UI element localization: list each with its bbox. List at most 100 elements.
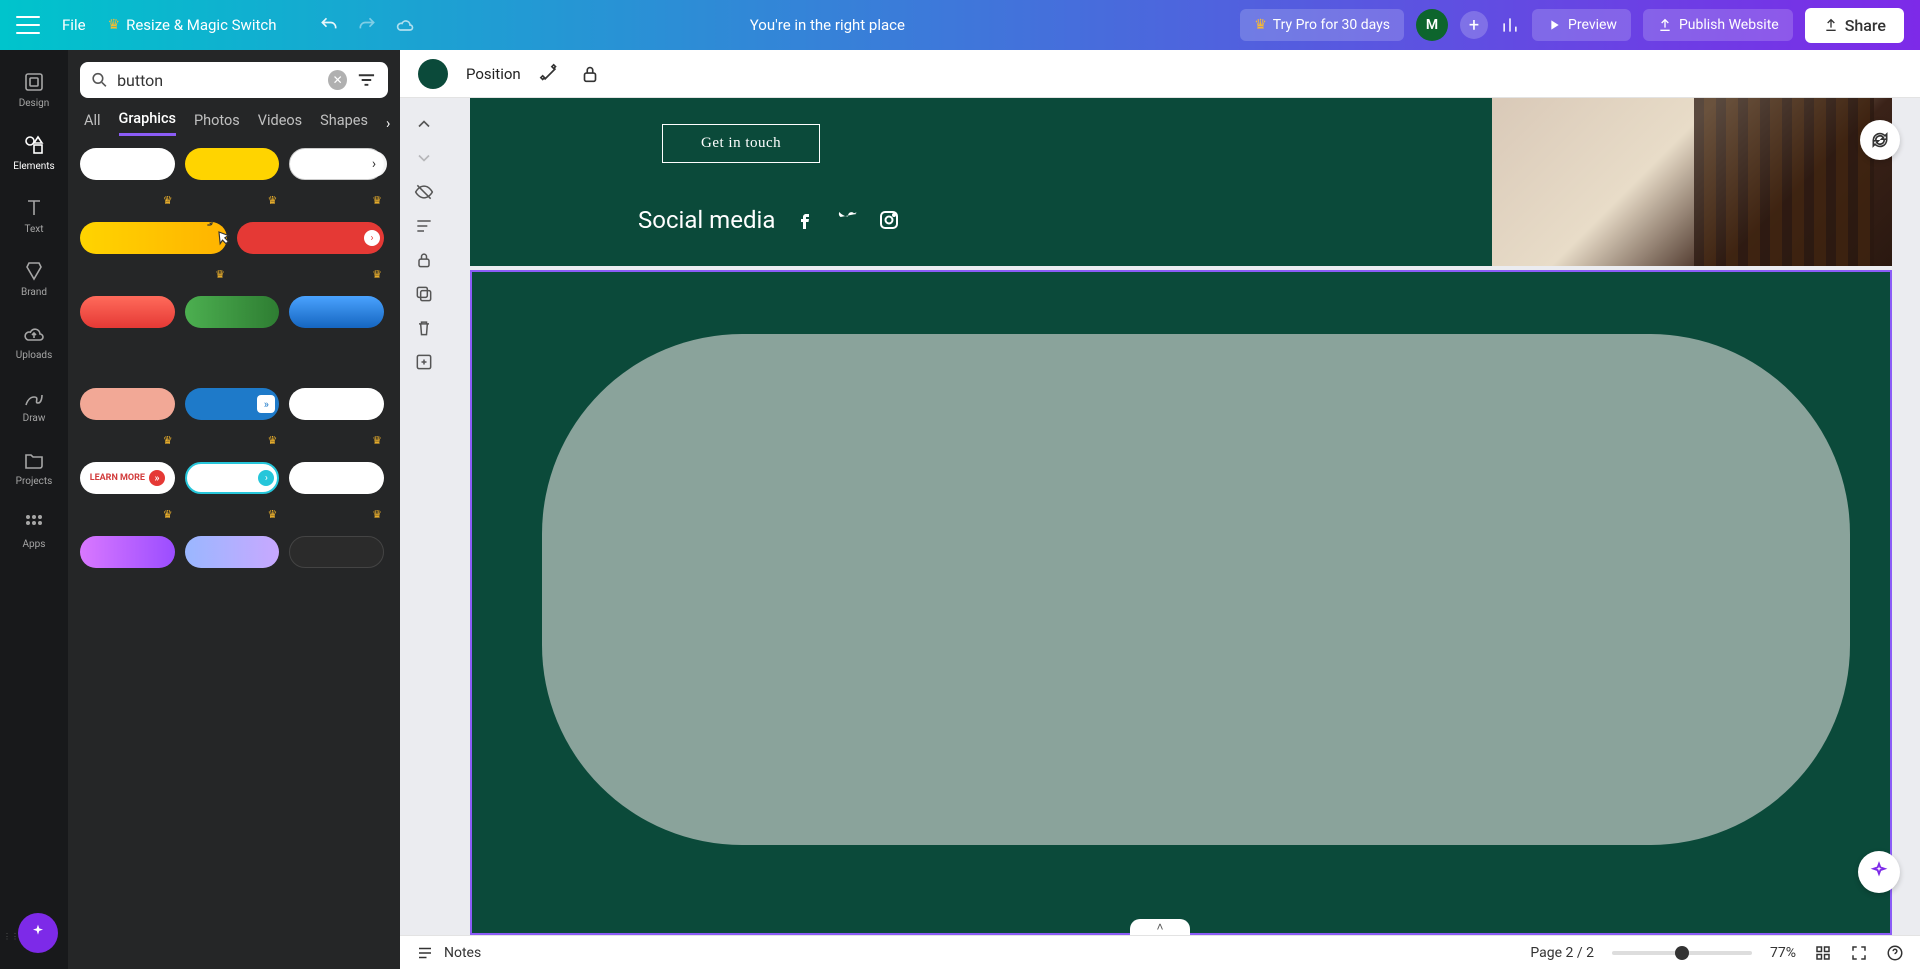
- grid-view-icon[interactable]: [1814, 944, 1832, 962]
- zoom-value[interactable]: 77%: [1770, 945, 1796, 961]
- twitter-icon[interactable]: [835, 208, 859, 232]
- rail-brand[interactable]: Brand: [0, 249, 68, 308]
- instagram-icon[interactable]: [877, 208, 901, 232]
- graphic-item[interactable]: [289, 388, 384, 420]
- avatar[interactable]: M: [1416, 9, 1448, 41]
- notes-button[interactable]: Notes: [416, 944, 481, 962]
- collapse-up-icon[interactable]: [414, 114, 434, 134]
- stage[interactable]: Get in touch Social media: [400, 98, 1920, 935]
- facebook-icon[interactable]: [793, 208, 817, 232]
- graphic-item[interactable]: [185, 296, 280, 328]
- page-1[interactable]: Get in touch Social media: [470, 98, 1892, 266]
- pro-crown-icon: ♛: [372, 508, 382, 522]
- tab-photos[interactable]: Photos: [194, 112, 240, 135]
- graphic-item[interactable]: ›: [237, 222, 384, 254]
- canva-assistant-button[interactable]: [18, 913, 58, 953]
- lock-icon[interactable]: [579, 63, 601, 85]
- preview-button[interactable]: Preview: [1532, 9, 1631, 41]
- graphic-item[interactable]: [80, 388, 175, 420]
- text-icon: [22, 196, 46, 220]
- tab-all[interactable]: All: [84, 112, 101, 135]
- hero-image[interactable]: [1492, 98, 1892, 266]
- rail-uploads[interactable]: Uploads: [0, 312, 68, 371]
- comments-icon[interactable]: [414, 216, 434, 236]
- graphic-item[interactable]: [185, 536, 280, 568]
- pro-crown-icon: ♛: [163, 508, 173, 522]
- duplicate-page-icon[interactable]: [414, 284, 434, 304]
- rail-draw[interactable]: Draw: [0, 375, 68, 434]
- rail-design[interactable]: Design: [0, 60, 68, 119]
- share-icon: [1823, 17, 1839, 33]
- try-pro-button[interactable]: ♛ Try Pro for 30 days: [1240, 9, 1404, 41]
- graphic-item[interactable]: LEARN MORE »: [80, 462, 175, 494]
- pill-shape-element[interactable]: [542, 334, 1850, 845]
- visibility-icon[interactable]: [414, 182, 434, 202]
- refresh-icon: [1870, 130, 1890, 150]
- page-indicator[interactable]: Page 2 / 2: [1530, 945, 1594, 961]
- zoom-thumb[interactable]: [1675, 946, 1689, 960]
- pro-crown-icon: ♛: [372, 434, 382, 448]
- tabs-scroll-right-icon[interactable]: ›: [386, 115, 390, 132]
- file-menu[interactable]: File: [62, 16, 86, 34]
- fullscreen-icon[interactable]: [1850, 944, 1868, 962]
- clear-search-icon[interactable]: ✕: [328, 70, 347, 90]
- page-2[interactable]: [470, 270, 1892, 935]
- rail-elements[interactable]: Elements: [0, 123, 68, 182]
- show-pages-button[interactable]: ˄: [1130, 919, 1190, 935]
- pro-crown-icon: ♛: [163, 194, 173, 208]
- magic-wand-icon[interactable]: [539, 63, 561, 85]
- graphic-item[interactable]: [185, 148, 280, 180]
- redo-icon[interactable]: [357, 15, 377, 35]
- analytics-icon[interactable]: [1500, 15, 1520, 35]
- tab-shapes[interactable]: Shapes: [320, 112, 368, 135]
- graphic-item[interactable]: [80, 296, 175, 328]
- help-icon[interactable]: [1886, 944, 1904, 962]
- resize-magic-switch[interactable]: ♛ Resize & Magic Switch: [108, 16, 277, 34]
- search-input-wrap: ✕: [80, 62, 388, 98]
- rail-draw-label: Draw: [23, 413, 46, 424]
- get-in-touch-button[interactable]: Get in touch: [662, 124, 820, 163]
- rail-text-label: Text: [24, 224, 43, 235]
- filter-icon[interactable]: [355, 68, 378, 92]
- graphic-item[interactable]: [289, 296, 384, 328]
- graphic-item[interactable]: »: [185, 388, 280, 420]
- share-button[interactable]: Share: [1805, 8, 1904, 43]
- regen-button[interactable]: [1860, 120, 1900, 160]
- graphic-item[interactable]: [289, 536, 384, 568]
- graphic-item[interactable]: [289, 462, 384, 494]
- row-scroll-right-icon[interactable]: ›: [361, 151, 387, 177]
- publish-button[interactable]: Publish Website: [1643, 9, 1793, 41]
- tab-videos[interactable]: Videos: [258, 112, 302, 135]
- graphic-item[interactable]: [80, 536, 175, 568]
- lock-page-icon[interactable]: [414, 250, 434, 270]
- delete-page-icon[interactable]: [414, 318, 434, 338]
- pro-crown-icon: ♛: [267, 508, 277, 522]
- add-member-button[interactable]: +: [1460, 11, 1488, 39]
- social-media-label: Social media: [638, 206, 775, 234]
- search-input[interactable]: [117, 71, 320, 90]
- rail-apps[interactable]: Apps: [0, 501, 68, 560]
- rail-text[interactable]: Text: [0, 186, 68, 245]
- graphic-item[interactable]: [80, 222, 227, 254]
- menu-hamburger-icon[interactable]: [16, 16, 40, 34]
- expand-down-icon[interactable]: [414, 148, 434, 168]
- add-page-icon[interactable]: [414, 352, 434, 372]
- upload-icon: [1657, 17, 1673, 33]
- results-list[interactable]: › ♛ ♛ ♛ › ♛ ♛: [80, 148, 388, 957]
- magic-assist-button[interactable]: [1858, 851, 1900, 893]
- rail-projects[interactable]: Projects: [0, 438, 68, 497]
- undo-icon[interactable]: [319, 15, 339, 35]
- graphic-item[interactable]: ›: [185, 462, 280, 494]
- crown-icon: ♛: [108, 17, 121, 33]
- page-color-swatch[interactable]: [418, 59, 448, 89]
- drag-handle-icon[interactable]: ⋮⋮: [3, 932, 19, 941]
- tab-graphics[interactable]: Graphics: [119, 110, 177, 136]
- position-button[interactable]: Position: [466, 65, 521, 83]
- brand-icon: [22, 259, 46, 283]
- learn-more-label: LEARN MORE: [90, 473, 145, 483]
- document-title[interactable]: You're in the right place: [750, 16, 905, 34]
- uploads-icon: [22, 322, 46, 346]
- graphic-item[interactable]: [80, 148, 175, 180]
- cloud-sync-icon[interactable]: [395, 15, 415, 35]
- zoom-slider[interactable]: [1612, 951, 1752, 955]
